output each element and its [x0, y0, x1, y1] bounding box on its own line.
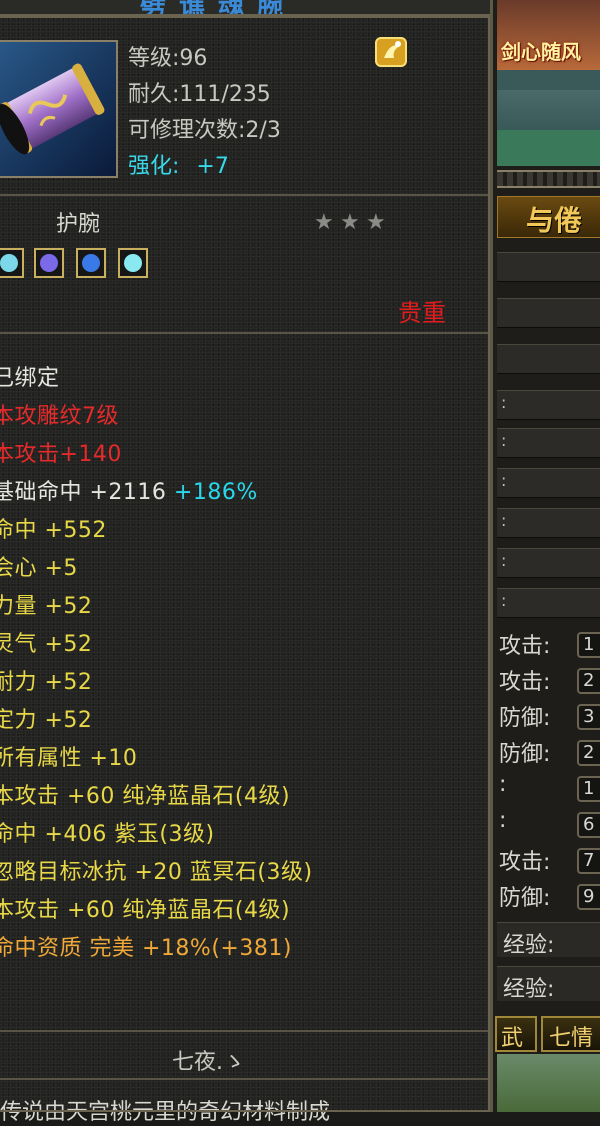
banner-text: 剑心随风 — [501, 40, 581, 64]
stat-label: 攻击: — [499, 670, 551, 695]
info-row: : — [497, 508, 600, 538]
info-row: : — [497, 548, 600, 578]
exp-row: 经验: — [497, 922, 600, 958]
stat-value-box: 1 — [577, 776, 600, 802]
info-row: : — [497, 428, 600, 458]
scene-image — [497, 1054, 600, 1112]
stat-label: 防御: — [499, 886, 551, 911]
tab-seven-emotions[interactable]: 七情 — [541, 1016, 600, 1052]
info-row-colon: : — [501, 471, 507, 490]
stat-value-box: 6 — [577, 812, 600, 838]
character-panel: 剑心随风 与倦 : : : : : : 攻击: 1 攻击: 2 防御: 3 防御… — [490, 0, 600, 1112]
stat-value: 1 — [583, 778, 595, 799]
stat-value: 7 — [583, 850, 595, 871]
stat-label: : — [499, 808, 507, 833]
info-row-colon: : — [501, 591, 507, 610]
tooltip-frame — [0, 14, 490, 1112]
stat-value: 9 — [583, 886, 595, 907]
info-row-colon: : — [501, 511, 507, 530]
info-row-colon: : — [501, 551, 507, 570]
stat-value: 2 — [583, 670, 595, 691]
info-row — [497, 298, 600, 328]
tab-seven-emotions-label: 七情 — [549, 1026, 594, 1051]
info-row: : — [497, 390, 600, 420]
info-row: : — [497, 468, 600, 498]
info-row-colon: : — [501, 393, 507, 412]
banner-image: 剑心随风 — [497, 0, 600, 166]
panel-tab-title[interactable]: 与倦 — [497, 196, 600, 238]
info-row-colon: : — [501, 431, 507, 450]
item-tooltip-panel: 劈 谯 魂 腕 等级:96 耐久:111/235 可修理次数:2/3 强化: +… — [0, 0, 490, 1125]
stat-label: 防御: — [499, 742, 551, 767]
panel-tab-title-text: 与倦 — [526, 204, 583, 237]
stat-value: 2 — [583, 742, 595, 763]
stat-value-box: 2 — [577, 668, 600, 694]
stat-value: 3 — [583, 706, 595, 727]
stat-value-box: 2 — [577, 740, 600, 766]
info-row: : — [497, 588, 600, 618]
ornament-strip — [497, 170, 600, 188]
info-row — [497, 344, 600, 374]
exp-row: 经验: — [497, 966, 600, 1002]
stat-value: 1 — [583, 634, 595, 655]
exp-label: 经验: — [503, 933, 555, 958]
stat-label: : — [499, 772, 507, 797]
stat-value-box: 9 — [577, 884, 600, 910]
stat-value: 6 — [583, 814, 595, 835]
stat-value-box: 7 — [577, 848, 600, 874]
stat-label: 防御: — [499, 706, 551, 731]
exp-label: 经验: — [503, 977, 555, 1002]
stat-label: 攻击: — [499, 850, 551, 875]
stat-label: 攻击: — [499, 634, 551, 659]
info-row — [497, 252, 600, 282]
stat-value-box: 3 — [577, 704, 600, 730]
tab-martial[interactable]: 武 — [495, 1016, 537, 1052]
tab-martial-label: 武 — [501, 1026, 524, 1051]
stat-value-box: 1 — [577, 632, 600, 658]
